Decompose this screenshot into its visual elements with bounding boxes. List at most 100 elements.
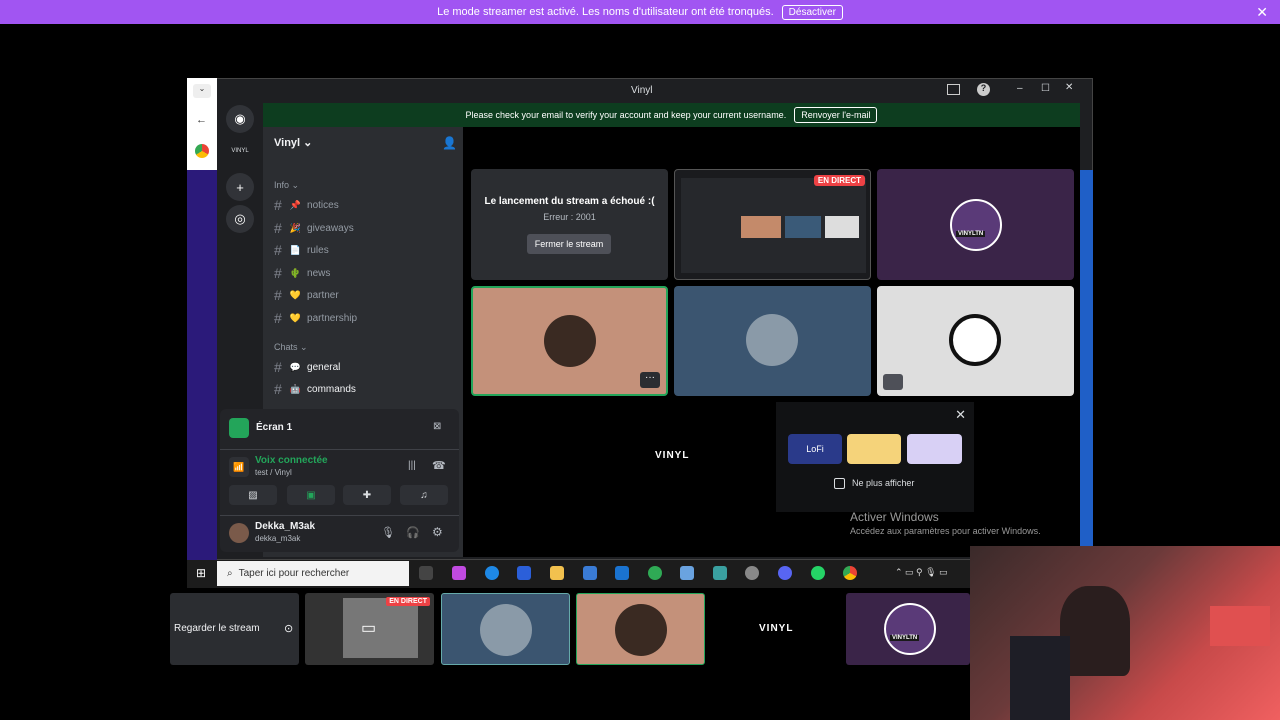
live-stream-tile[interactable]: EN DIRECT xyxy=(674,169,871,280)
disable-streamer-button[interactable]: Désactiver xyxy=(781,4,843,20)
signal-icon[interactable]: 📶 xyxy=(229,457,249,477)
vinyltn-label: VINYLTN xyxy=(890,635,920,641)
more-options-icon[interactable]: ··· xyxy=(640,372,660,388)
app-icon[interactable] xyxy=(517,566,531,580)
app-icon[interactable] xyxy=(713,566,727,580)
email-verification-text: Please check your email to verify your a… xyxy=(465,110,787,120)
party-icon: 🎉 xyxy=(289,222,302,233)
tray-icons[interactable]: ⌃ ▭ ⚲ 🎙 ▭ xyxy=(895,567,948,578)
resend-email-button[interactable]: Renvoyer l'e-mail xyxy=(794,107,878,123)
maximize-icon[interactable]: ☐ xyxy=(1041,83,1050,94)
noise-suppression-icon[interactable]: ||| xyxy=(408,460,416,471)
minimize-icon[interactable]: – xyxy=(1017,83,1023,94)
avatar xyxy=(746,314,798,366)
close-banner-icon[interactable]: ✕ xyxy=(1256,4,1268,21)
camera-toggle-button[interactable]: ▨ xyxy=(229,485,277,505)
title-bar: Vinyl ? – ☐ ✕ xyxy=(217,79,1092,103)
category-info[interactable]: Info ⌄ xyxy=(274,180,299,191)
headphones-icon[interactable]: 🎧 xyxy=(406,526,420,539)
discord-taskbar-icon[interactable] xyxy=(778,566,792,580)
disconnect-icon[interactable]: ☎ xyxy=(432,459,446,472)
streamer-mode-banner: Le mode streamer est activé. Les noms d'… xyxy=(0,0,1280,24)
edge-icon[interactable] xyxy=(485,566,499,580)
desktop-background-left xyxy=(187,170,217,560)
monitor-silhouette xyxy=(1010,636,1070,720)
browser-side-panel: ⌄ ← xyxy=(187,78,217,170)
user-tile-group[interactable] xyxy=(674,286,871,396)
user-avatar[interactable] xyxy=(229,523,249,543)
add-server-icon[interactable]: + xyxy=(226,173,254,201)
close-popup-icon[interactable]: ✕ xyxy=(955,407,966,423)
channel-general[interactable]: # 💬 general xyxy=(274,359,340,375)
close-window-icon[interactable]: ✕ xyxy=(1065,82,1073,93)
participant-thumbnail[interactable] xyxy=(441,593,570,665)
cactus-icon: 🌵 xyxy=(289,267,302,278)
server-vinyl-icon[interactable]: VINYL xyxy=(226,137,254,165)
background-keyboard xyxy=(1210,606,1270,646)
chrome-icon[interactable] xyxy=(195,144,209,158)
channel-partnership[interactable]: # 💛 partnership xyxy=(274,310,357,326)
speech-bubble-icon: 💬 xyxy=(289,361,302,372)
voice-connected-status[interactable]: Voix connectée xyxy=(255,455,328,466)
copilot-icon[interactable] xyxy=(452,566,466,580)
server-name[interactable]: Vinyl ⌄ xyxy=(274,136,312,149)
store-icon[interactable] xyxy=(583,566,597,580)
monitor-icon: ▭ xyxy=(361,620,377,637)
close-stream-button[interactable]: Fermer le stream xyxy=(527,234,611,254)
settings-gear-icon[interactable]: ⚙ xyxy=(432,525,443,539)
microphone-icon[interactable]: 🎙 xyxy=(381,526,395,539)
upwork-icon[interactable] xyxy=(648,566,662,580)
back-arrow-icon[interactable]: ← xyxy=(196,114,207,126)
windows-start-icon[interactable]: ⊞ xyxy=(196,566,206,580)
voice-panel: Écran 1 ⊠ 📶 Voix connectée test / Vinyl … xyxy=(220,409,459,552)
channel-news[interactable]: # 🌵 news xyxy=(274,265,330,281)
outlook-icon[interactable] xyxy=(615,566,629,580)
app-icon[interactable] xyxy=(680,566,694,580)
live-stream-thumbnail[interactable]: ▭ EN DIRECT xyxy=(305,593,434,665)
promo-card[interactable] xyxy=(907,434,962,464)
screen-share-icon[interactable] xyxy=(947,84,960,95)
dont-show-again-label: Ne plus afficher xyxy=(852,478,915,488)
soundboard-button[interactable]: ♫ xyxy=(400,485,448,505)
vinyl-logo-text: VINYL xyxy=(655,450,690,461)
stream-preview xyxy=(681,178,866,273)
voice-channel-path[interactable]: test / Vinyl xyxy=(255,468,292,477)
chrome-taskbar-icon[interactable] xyxy=(843,566,857,580)
screen-share-button[interactable]: ▣ xyxy=(287,485,335,505)
file-explorer-icon[interactable] xyxy=(550,566,564,580)
dont-show-again-checkbox[interactable] xyxy=(834,478,845,489)
taskbar-search[interactable]: ⌕ Taper ici pour rechercher xyxy=(217,561,409,586)
username[interactable]: Dekka_M3ak xyxy=(255,521,315,532)
promo-card[interactable] xyxy=(847,434,901,464)
stream-error-code: Erreur : 2001 xyxy=(543,212,596,222)
stream-error-title: Le lancement du stream a échoué :( xyxy=(484,196,655,207)
add-member-icon[interactable]: 👤 xyxy=(442,136,457,150)
user-tile-bean[interactable] xyxy=(877,286,1074,396)
taskbar-search-placeholder: Taper ici pour rechercher xyxy=(238,568,350,579)
participant-thumbnail[interactable]: VINYL xyxy=(711,593,840,665)
media-player-icon[interactable] xyxy=(745,566,759,580)
stream-preview xyxy=(343,598,418,658)
task-view-icon[interactable] xyxy=(419,566,433,580)
watch-stream-tile[interactable]: Regarder le stream ⊙ xyxy=(170,593,299,665)
live-badge: EN DIRECT xyxy=(386,597,430,606)
stop-sharing-icon[interactable]: ⊠ xyxy=(433,421,441,432)
channel-rules[interactable]: # 📄 rules xyxy=(274,242,329,258)
participant-thumbnail[interactable] xyxy=(576,593,705,665)
user-tile-vinyltn[interactable]: VINYLTN xyxy=(877,169,1074,280)
help-icon[interactable]: ? xyxy=(977,83,990,96)
activities-button[interactable]: ✚ xyxy=(343,485,391,505)
explore-icon[interactable]: ◎ xyxy=(226,205,254,233)
chevron-down-icon[interactable]: ⌄ xyxy=(193,84,211,98)
channel-partner[interactable]: # 💛 partner xyxy=(274,287,339,303)
channel-commands[interactable]: # 🤖 commands xyxy=(274,381,356,397)
category-chats[interactable]: Chats ⌄ xyxy=(274,342,308,353)
user-tile-speaking[interactable]: ··· xyxy=(471,286,668,396)
channel-giveaways[interactable]: # 🎉 giveaways xyxy=(274,220,354,236)
promo-card-lofi[interactable]: LoFi xyxy=(788,434,842,464)
participant-thumbnail[interactable]: VINYLTN xyxy=(846,593,970,665)
whatsapp-icon[interactable] xyxy=(811,566,825,580)
channel-notices[interactable]: # 📌 notices xyxy=(274,197,339,213)
search-icon: ⌕ xyxy=(227,568,233,579)
discord-home-icon[interactable]: ◉ xyxy=(226,105,254,133)
